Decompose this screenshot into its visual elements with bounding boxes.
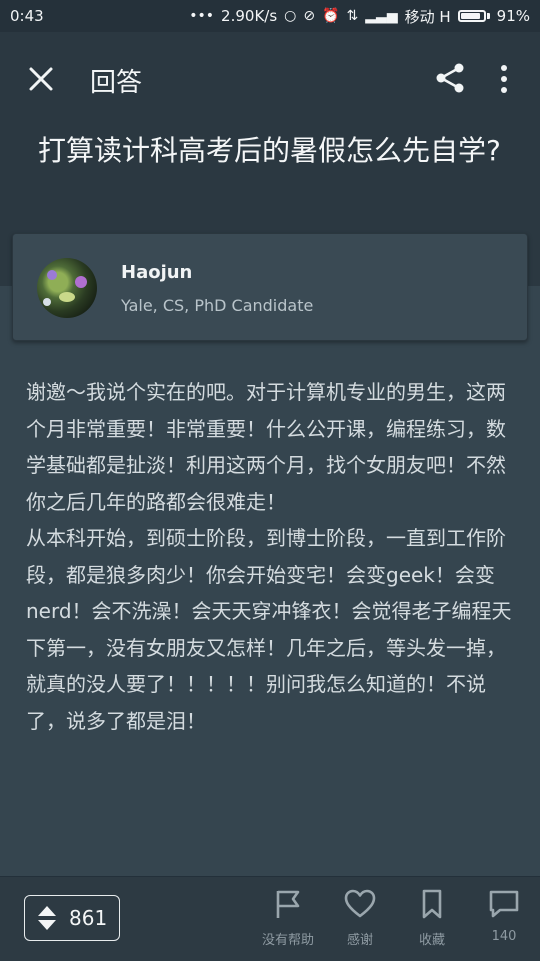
no-help-button[interactable]: 没有帮助 xyxy=(253,887,323,957)
vote-button[interactable]: 861 xyxy=(24,895,120,941)
heart-icon xyxy=(344,889,376,918)
thanks-button[interactable]: 感谢 xyxy=(325,887,395,957)
no-help-label: 没有帮助 xyxy=(261,933,314,948)
answer-paragraph: 谢邀～我说个实在的吧。对于计算机专业的男生，这两个月非常重要！非常重要！什么公开… xyxy=(26,380,506,514)
close-icon[interactable] xyxy=(24,62,58,96)
status-bar: 0:43 ••• 2.90K/s ○ ⊘ ⏰ ⇅ ▂▃▅ 移动 H 91% xyxy=(0,0,540,32)
author-card[interactable]: Haojun Yale, CS, PhD Candidate xyxy=(12,233,528,341)
notification-dots-icon: ••• xyxy=(189,8,215,24)
collect-label: 收藏 xyxy=(418,933,445,948)
flag-icon xyxy=(276,890,300,918)
alarm-icon: ⏰ xyxy=(322,8,340,24)
comments-button[interactable]: 140 xyxy=(469,887,539,957)
comments-count: 140 xyxy=(491,929,517,944)
status-icons: ••• 2.90K/s ○ ⊘ ⏰ ⇅ ▂▃▅ 移动 H 91% xyxy=(189,6,530,27)
vote-count: 861 xyxy=(69,906,108,930)
carrier-label: 移动 H xyxy=(404,7,451,26)
bottom-action-bar: 861 没有帮助 感谢 收藏 140 xyxy=(0,876,540,961)
comment-icon xyxy=(489,890,519,918)
author-bio: Yale, CS, PhD Candidate xyxy=(121,296,314,315)
signal-icon: ▂▃▅ xyxy=(365,8,398,24)
author-name[interactable]: Haojun xyxy=(121,262,192,283)
answer-body: 谢邀～我说个实在的吧。对于计算机专业的男生，这两个月非常重要！非常重要！什么公开… xyxy=(26,374,516,739)
bookmark-icon xyxy=(422,889,442,919)
avatar[interactable] xyxy=(37,258,97,318)
sync-icon: ○ xyxy=(284,8,297,24)
collect-button[interactable]: 收藏 xyxy=(397,887,467,957)
more-vertical-icon[interactable] xyxy=(492,62,516,96)
battery-icon xyxy=(457,10,490,22)
question-title[interactable]: 打算读计科高考后的暑假怎么先自学? xyxy=(38,132,508,170)
status-time: 0:43 xyxy=(10,7,44,25)
share-icon[interactable] xyxy=(434,62,466,94)
thanks-label: 感谢 xyxy=(346,933,373,948)
page-title: 回答 xyxy=(90,68,143,98)
battery-percent: 91% xyxy=(496,7,530,25)
answer-paragraph: 从本科开始，到硕士阶段，到博士阶段，一直到工作阶段，都是狼多肉少！你会开始变宅！… xyxy=(26,526,512,733)
mute-icon: ⊘ xyxy=(303,8,316,24)
app-bar: 回答 xyxy=(0,32,540,128)
network-speed: 2.90K/s xyxy=(221,7,278,25)
data-transfer-icon: ⇅ xyxy=(346,8,359,24)
vote-arrows-icon xyxy=(38,906,56,930)
